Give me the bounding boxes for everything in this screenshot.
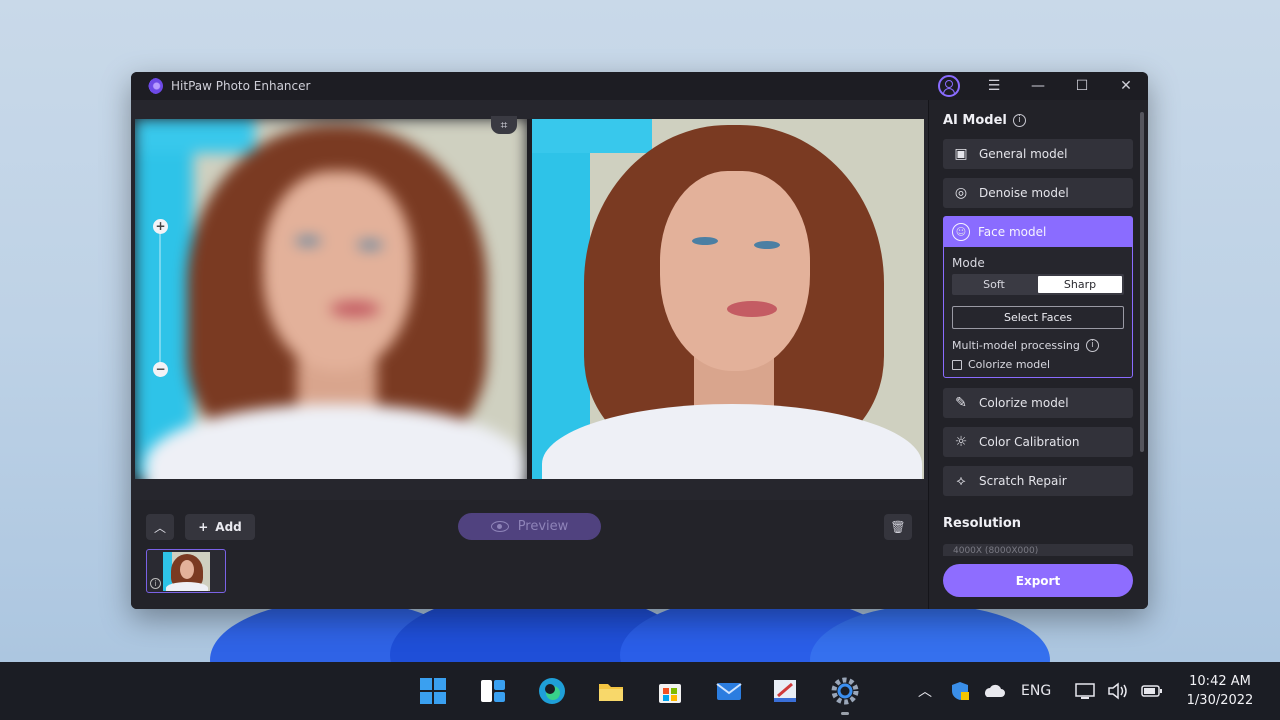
color-calibration-button[interactable]: ☼ Color Calibration bbox=[943, 427, 1133, 457]
scratch-repair-label: Scratch Repair bbox=[979, 474, 1067, 488]
language-indicator[interactable]: ENG bbox=[1021, 662, 1051, 720]
edge-icon[interactable] bbox=[537, 676, 567, 706]
zoom-in-icon[interactable]: + bbox=[153, 219, 168, 234]
crop-icon[interactable]: ⌗ bbox=[491, 116, 517, 134]
close-icon[interactable]: ✕ bbox=[1104, 72, 1148, 100]
export-button[interactable]: Export bbox=[943, 564, 1133, 597]
plus-icon: + bbox=[198, 520, 209, 534]
trash-icon[interactable]: 🗑 bbox=[884, 514, 912, 540]
mode-toggle: Soft Sharp bbox=[952, 274, 1124, 295]
security-icon[interactable] bbox=[949, 662, 971, 720]
face-model-card: ☺ Face model Mode Soft Sharp Select Face… bbox=[943, 216, 1133, 378]
volume-icon[interactable] bbox=[1107, 662, 1129, 720]
active-app-indicator bbox=[841, 712, 849, 715]
mode-soft-option[interactable]: Soft bbox=[952, 274, 1036, 295]
store-icon[interactable] bbox=[655, 676, 685, 706]
colorize-checkbox-label: Colorize model bbox=[968, 358, 1051, 371]
ai-model-title: AI Model i bbox=[943, 113, 1026, 128]
clock-date: 1/30/2022 bbox=[1186, 693, 1254, 708]
settings-panel: AI Model i ▣ General model ◎ Denoise mod… bbox=[928, 100, 1148, 609]
zoom-out-icon[interactable]: − bbox=[153, 362, 168, 377]
maximize-icon[interactable]: ☐ bbox=[1060, 72, 1104, 100]
scratch-repair-button[interactable]: ⟡ Scratch Repair bbox=[943, 466, 1133, 496]
denoise-model-label: Denoise model bbox=[979, 186, 1069, 200]
menu-icon[interactable]: ☰ bbox=[972, 72, 1016, 100]
face-icon: ☺ bbox=[952, 223, 970, 241]
resolution-title-text: Resolution bbox=[943, 516, 1022, 531]
color-calibration-label: Color Calibration bbox=[979, 435, 1080, 449]
ai-model-title-text: AI Model bbox=[943, 113, 1007, 128]
scratch-icon: ⟡ bbox=[956, 473, 966, 489]
title-bar: HitPaw Photo Enhancer ☰ — ☐ ✕ bbox=[131, 72, 1148, 100]
mode-label: Mode bbox=[952, 256, 985, 270]
original-image[interactable]: + − bbox=[135, 119, 527, 479]
paint-icon[interactable] bbox=[770, 676, 800, 706]
mode-sharp-option[interactable]: Sharp bbox=[1038, 276, 1122, 293]
chevron-up-icon: ︿ bbox=[153, 520, 166, 535]
minimize-icon[interactable]: — bbox=[1016, 72, 1060, 100]
network-icon[interactable] bbox=[1075, 662, 1097, 720]
colorize-checkbox-row[interactable]: Colorize model bbox=[952, 358, 1050, 371]
preview-label: Preview bbox=[517, 519, 569, 534]
settings-icon[interactable] bbox=[830, 676, 860, 706]
add-button[interactable]: + Add bbox=[185, 514, 255, 540]
info-icon[interactable]: i bbox=[1012, 114, 1026, 127]
colorize-checkbox[interactable] bbox=[952, 359, 962, 370]
info-icon[interactable]: i bbox=[1085, 339, 1099, 352]
face-model-button[interactable]: ☺ Face model bbox=[944, 217, 1132, 247]
resolution-dropdown[interactable]: 4000X (8000X000) bbox=[943, 544, 1133, 556]
preview-button[interactable]: Preview bbox=[458, 513, 601, 540]
app-title: HitPaw Photo Enhancer bbox=[171, 79, 311, 93]
clock[interactable]: 10:42 AM 1/30/2022 bbox=[1170, 672, 1270, 710]
enhanced-image[interactable] bbox=[532, 119, 924, 479]
calibration-icon: ☼ bbox=[954, 434, 968, 450]
panel-scrollbar[interactable] bbox=[1140, 112, 1144, 452]
app-window: HitPaw Photo Enhancer ☰ — ☐ ✕ + − ⌗ ︿ + … bbox=[131, 72, 1148, 609]
denoise-model-button[interactable]: ◎ Denoise model bbox=[943, 178, 1133, 208]
colorize-model-button[interactable]: ✎ Colorize model bbox=[943, 388, 1133, 418]
taskbar: ︿ ENG 10:42 AM 1/30/2022 bbox=[0, 662, 1280, 720]
face-model-label: Face model bbox=[978, 225, 1047, 239]
colorize-model-label: Colorize model bbox=[979, 396, 1069, 410]
user-icon[interactable] bbox=[938, 75, 960, 97]
eye-icon bbox=[490, 521, 509, 532]
colorize-icon: ✎ bbox=[955, 395, 967, 411]
general-model-button[interactable]: ▣ General model bbox=[943, 139, 1133, 169]
resolution-value: 4000X (8000X000) bbox=[953, 546, 1039, 556]
file-explorer-icon[interactable] bbox=[596, 676, 626, 706]
add-label: Add bbox=[215, 520, 242, 534]
select-faces-button[interactable]: Select Faces bbox=[952, 306, 1124, 329]
collapse-button[interactable]: ︿ bbox=[146, 514, 174, 540]
zoom-slider-track[interactable] bbox=[159, 227, 161, 377]
app-logo-icon bbox=[147, 78, 163, 94]
image-thumbnail[interactable]: i bbox=[146, 549, 226, 593]
multi-model-label: Multi-model processing bbox=[952, 339, 1080, 352]
general-model-label: General model bbox=[979, 147, 1068, 161]
windows-start-icon[interactable] bbox=[418, 676, 448, 706]
clock-time: 10:42 AM bbox=[1189, 674, 1251, 689]
denoise-icon: ◎ bbox=[954, 185, 968, 201]
show-hidden-icons-icon[interactable]: ︿ bbox=[918, 662, 932, 720]
resolution-title: Resolution bbox=[943, 516, 1021, 531]
mail-icon[interactable] bbox=[714, 676, 744, 706]
image-icon: ▣ bbox=[954, 146, 968, 162]
bottom-toolbar: ︿ + Add Preview 🗑 i bbox=[131, 500, 928, 609]
image-canvas: + − ⌗ bbox=[131, 100, 928, 500]
widgets-icon[interactable] bbox=[478, 676, 508, 706]
thumbnail-info-icon[interactable]: i bbox=[150, 578, 161, 589]
multi-model-processing: Multi-model processing i bbox=[952, 339, 1099, 352]
battery-icon[interactable] bbox=[1141, 662, 1163, 720]
onedrive-icon[interactable] bbox=[981, 662, 1005, 720]
